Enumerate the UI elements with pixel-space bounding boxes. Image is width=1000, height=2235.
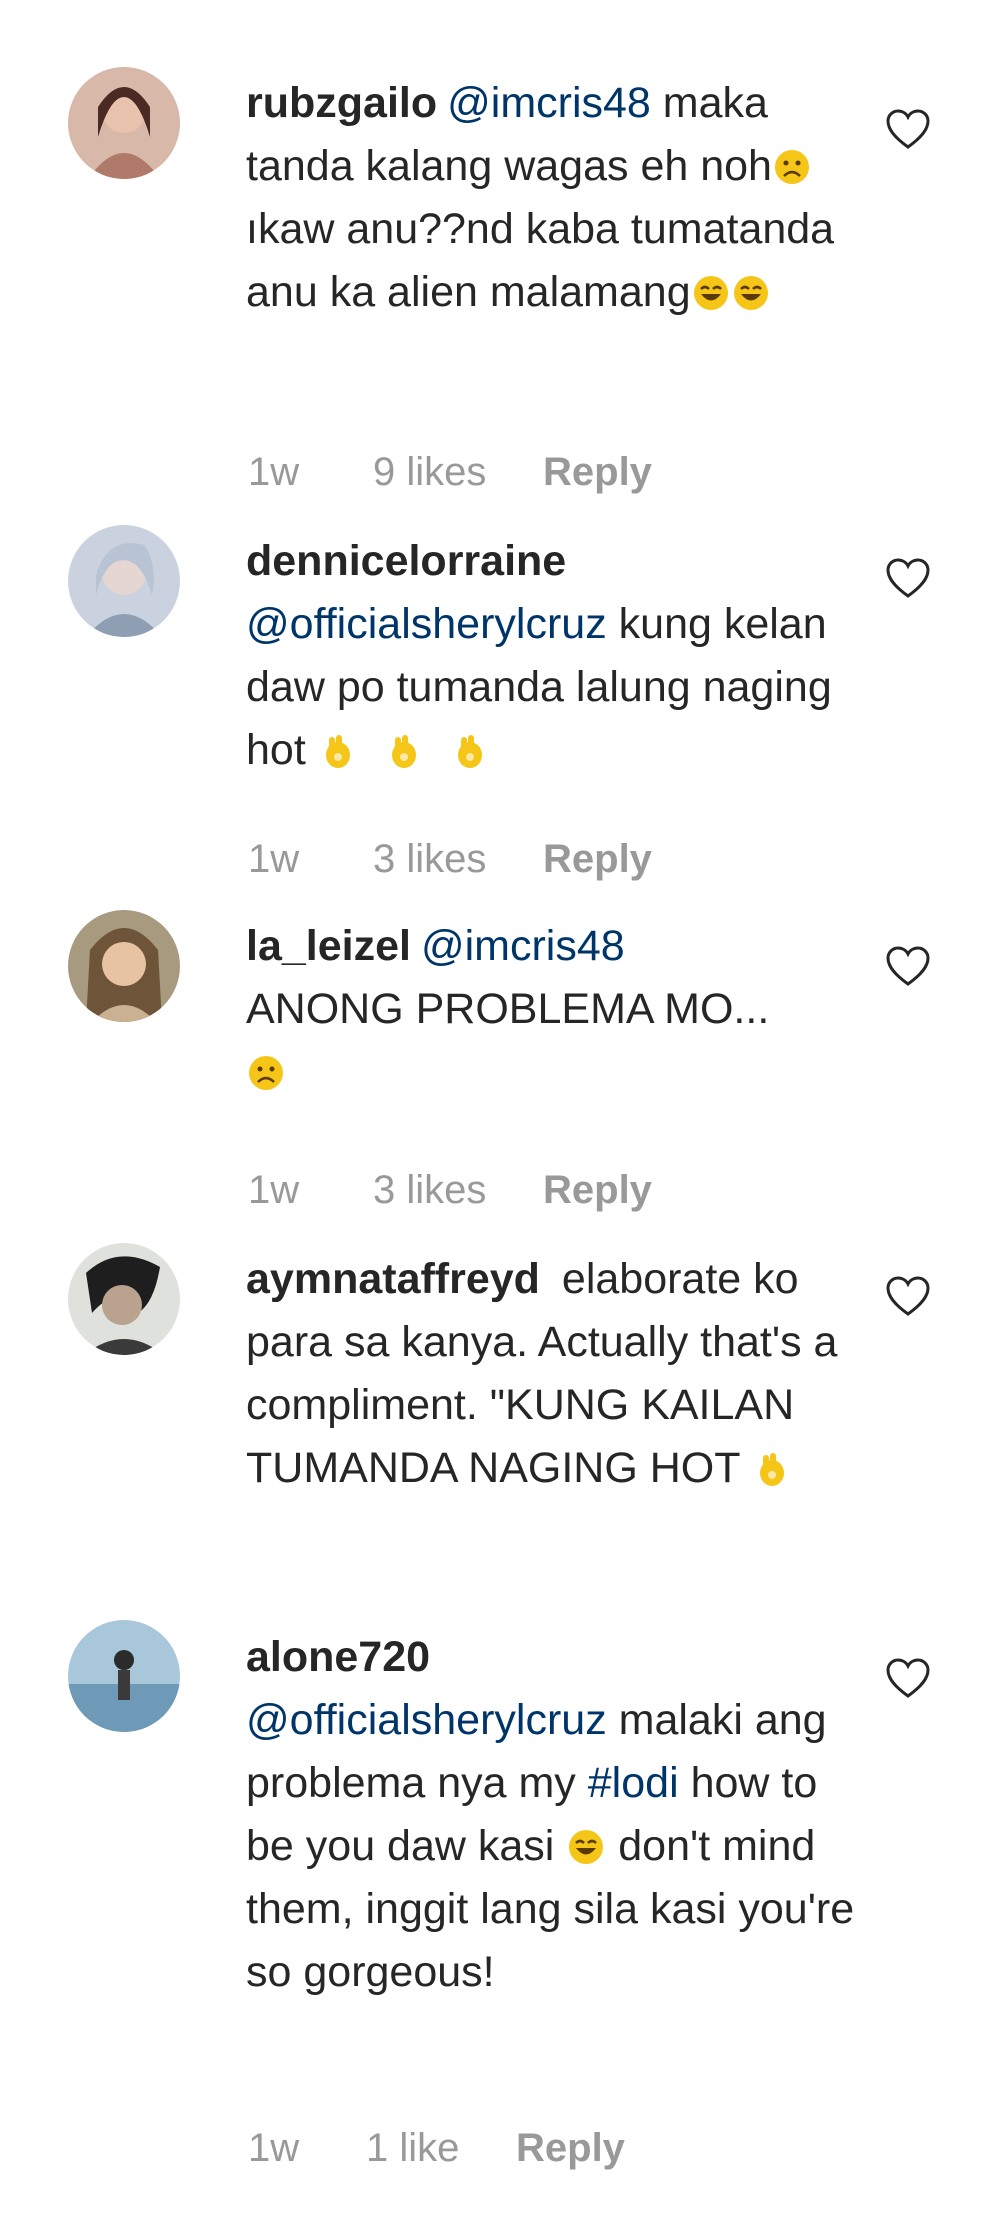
grin-face-emoji-icon [693,275,729,311]
avatar[interactable] [68,525,180,637]
comment-meta: 1w 3 likes Reply [248,1168,652,1213]
comment-body: alone720 @officialsherylcruz malaki ang p… [246,1626,866,2004]
comment-time: 1w [248,837,300,881]
sad-face-emoji-icon [248,1055,284,1091]
avatar[interactable] [68,1243,180,1355]
like-heart-icon[interactable] [884,944,932,988]
comment-mention[interactable]: @officialsherylcruz [246,600,607,648]
grin-face-emoji-icon [568,1829,604,1865]
comment-hashtag[interactable]: #lodi [588,1759,679,1807]
sad-face-emoji-icon [774,149,810,185]
avatar[interactable] [68,1620,180,1732]
comment-likes[interactable]: 9 likes [373,450,543,495]
reply-button[interactable]: Reply [516,2126,625,2171]
comment-time: 1w [248,450,300,494]
comment-likes[interactable]: 3 likes [373,1168,543,1213]
like-heart-icon[interactable] [884,556,932,600]
like-heart-icon[interactable] [884,1274,932,1318]
ok-hand-emoji-icon [320,733,356,769]
comment-text: ANONG PROBLEMA MO... [246,985,770,1033]
comment-meta: 1w 1 like Reply [248,2126,625,2171]
comment-likes[interactable]: 3 likes [373,837,543,882]
comment-time: 1w [248,2126,300,2170]
comment-meta: 1w 3 likes Reply [248,837,652,882]
like-heart-icon[interactable] [884,107,932,151]
avatar[interactable] [68,910,180,1022]
reply-button[interactable]: Reply [543,837,652,882]
comment-likes[interactable]: 1 like [366,2126,516,2171]
comment-username[interactable]: rubzgailo [246,79,437,127]
comment-time: 1w [248,1168,300,1212]
comment-username[interactable]: alone720 [246,1633,430,1681]
like-heart-icon[interactable] [884,1656,932,1700]
ok-hand-emoji-icon [386,733,422,769]
comment-mention[interactable]: @officialsherylcruz [246,1696,607,1744]
ok-hand-emoji-icon [754,1451,790,1487]
comment-mention[interactable]: @imcris48 [447,79,651,127]
comment-username[interactable]: la_leizel [246,922,411,970]
reply-button[interactable]: Reply [543,1168,652,1213]
comment-body: dennicelorraine @officialsherylcruz kung … [246,530,866,782]
comment-body: la_leizel @imcris48 ANONG PROBLEMA MO... [246,915,866,1104]
comment-meta: 1w 9 likes Reply [248,450,652,495]
comment-username[interactable]: dennicelorraine [246,537,566,585]
reply-button[interactable]: Reply [543,450,652,495]
grin-face-emoji-icon [733,275,769,311]
ok-hand-emoji-icon [452,733,488,769]
comment-username[interactable]: aymnataffreyd [246,1255,540,1303]
avatar[interactable] [68,67,180,179]
comment-mention[interactable]: @imcris48 [421,922,625,970]
comment-body: aymnataffreyd elaborate ko para sa kanya… [246,1248,866,1500]
comment-body: rubzgailo @imcris48 maka tanda kalang wag… [246,72,866,324]
